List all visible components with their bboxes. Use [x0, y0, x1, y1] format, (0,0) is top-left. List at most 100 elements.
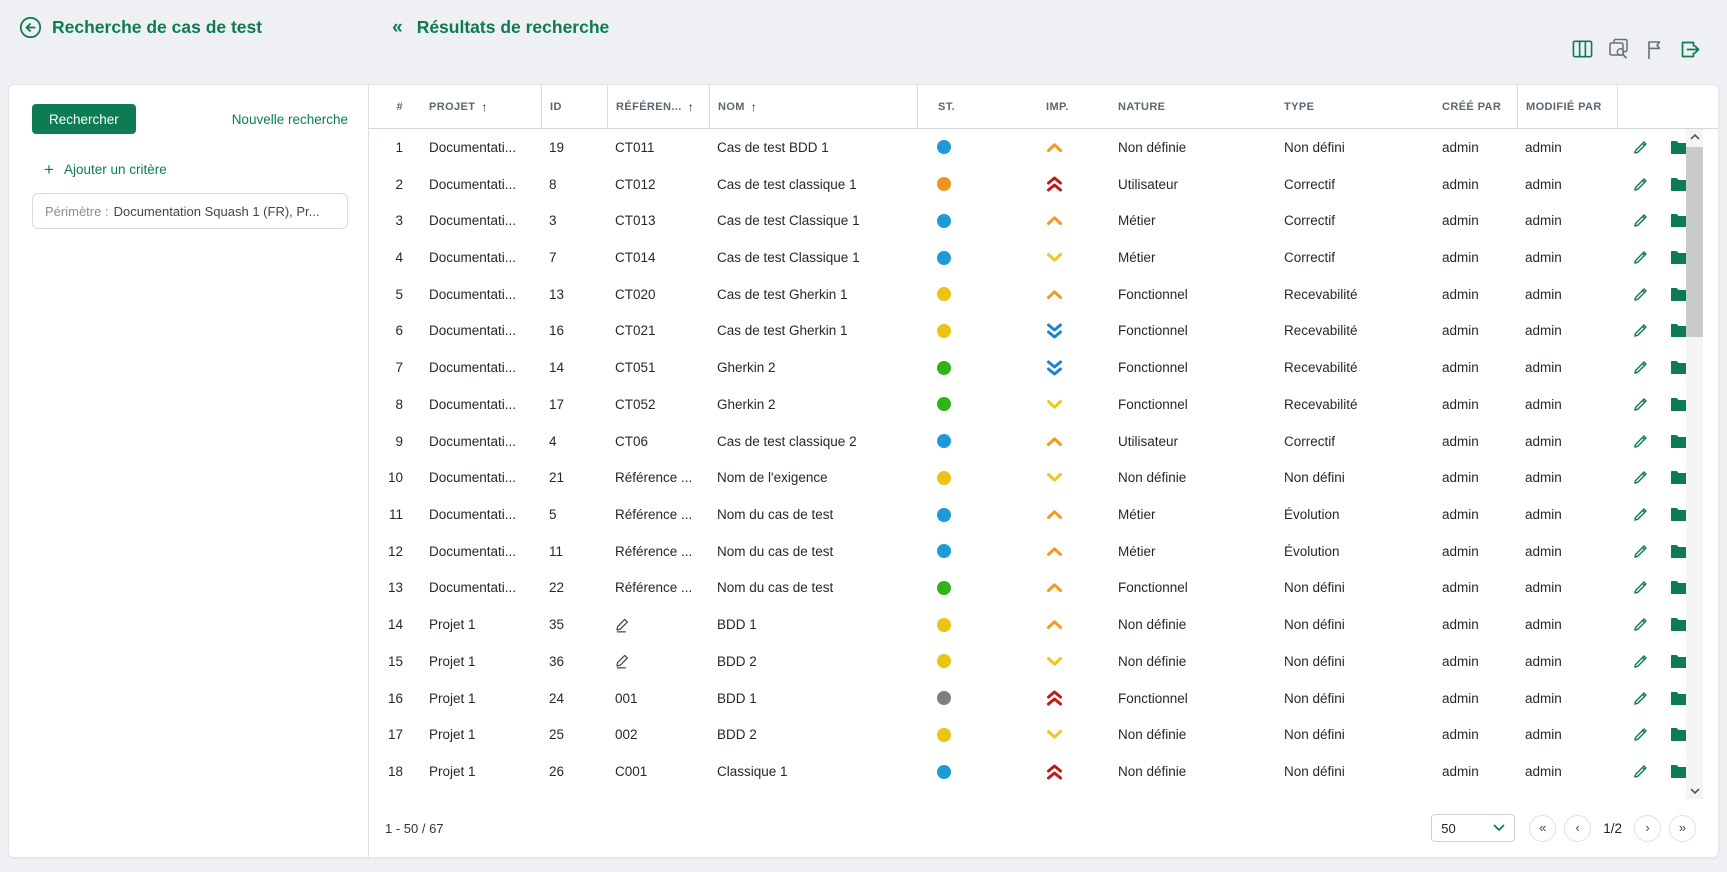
edit-button[interactable] — [1631, 468, 1651, 488]
next-page-button[interactable]: › — [1634, 815, 1661, 842]
project-cell: Projet 1 — [417, 606, 541, 643]
table-row[interactable]: 1Documentati...19CT011Cas de test BDD 1N… — [369, 129, 1718, 166]
table-row[interactable]: 7Documentati...14CT051Gherkin 2Fonctionn… — [369, 349, 1718, 386]
column-header-num[interactable]: # — [369, 85, 417, 128]
column-header-ref[interactable]: RÉFÉREN...↑ — [607, 85, 709, 128]
edit-button[interactable] — [1631, 578, 1651, 598]
table-row[interactable]: 8Documentati...17CT052Gherkin 2Fonctionn… — [369, 386, 1718, 423]
scroll-down-icon[interactable] — [1686, 784, 1703, 798]
column-header-imp[interactable]: IMP. — [1032, 85, 1112, 128]
status-cell — [917, 533, 1032, 570]
cascade-search-icon[interactable] — [1607, 38, 1629, 60]
add-criterion-button[interactable]: + Ajouter un critère — [44, 161, 348, 178]
id-cell: 14 — [541, 349, 607, 386]
scrollbar-thumb[interactable] — [1686, 147, 1703, 337]
search-button[interactable]: Rechercher — [32, 104, 136, 134]
status-cell — [917, 202, 1032, 239]
edit-button[interactable] — [1631, 284, 1651, 304]
importance-icon-down2 — [1046, 360, 1063, 376]
project-cell: Documentati... — [417, 459, 541, 496]
edit-button[interactable] — [1631, 248, 1651, 268]
created-by-cell: admin — [1432, 570, 1517, 607]
edit-button[interactable] — [1631, 321, 1651, 341]
type-cell: Recevabilité — [1272, 386, 1432, 423]
edit-button[interactable] — [1631, 211, 1651, 231]
search-results-card: Rechercher Nouvelle recherche + Ajouter … — [8, 84, 1719, 858]
nature-cell: Métier — [1112, 533, 1272, 570]
flag-icon[interactable] — [1643, 38, 1665, 60]
export-icon[interactable] — [1679, 38, 1701, 60]
table-row[interactable]: 11Documentati...5Référence ...Nom du cas… — [369, 496, 1718, 533]
table-row[interactable]: 10Documentati...21Référence ...Nom de l'… — [369, 459, 1718, 496]
table-row[interactable]: 16Projet 124001BDD 1FonctionnelNon défin… — [369, 680, 1718, 717]
type-cell: Non défini — [1272, 643, 1432, 680]
column-header-modifie[interactable]: MODIFIÉ PAR — [1517, 85, 1617, 128]
table-row[interactable]: 5Documentati...13CT020Cas de test Gherki… — [369, 276, 1718, 313]
name-cell: BDD 2 — [709, 717, 917, 754]
edit-button[interactable] — [1631, 541, 1651, 561]
importance-icon-up2 — [1046, 176, 1063, 192]
column-header-id[interactable]: ID — [541, 85, 607, 128]
edit-button[interactable] — [1631, 725, 1651, 745]
table-row[interactable]: 18Projet 126C001Classique 1Non définieNo… — [369, 753, 1718, 790]
last-page-button[interactable]: » — [1669, 815, 1696, 842]
vertical-scrollbar[interactable] — [1686, 129, 1703, 799]
created-by-cell: admin — [1432, 643, 1517, 680]
column-header-type[interactable]: TYPE — [1272, 85, 1432, 128]
edit-button[interactable] — [1631, 762, 1651, 782]
type-cell: Recevabilité — [1272, 349, 1432, 386]
reference-edit-icon[interactable] — [615, 617, 630, 633]
columns-icon[interactable] — [1571, 38, 1593, 60]
actions-cell — [1617, 496, 1689, 533]
table-row[interactable]: 15Projet 136BDD 2Non définieNon définiad… — [369, 643, 1718, 680]
table-row[interactable]: 6Documentati...16CT021Cas de test Gherki… — [369, 313, 1718, 350]
importance-icon-up1 — [1046, 142, 1063, 153]
actions-cell — [1617, 570, 1689, 607]
reference-cell: CT052 — [607, 386, 709, 423]
table-row[interactable]: 12Documentati...11Référence ...Nom du ca… — [369, 533, 1718, 570]
previous-page-button[interactable]: ‹ — [1564, 815, 1591, 842]
edit-button[interactable] — [1631, 431, 1651, 451]
first-page-button[interactable]: « — [1529, 815, 1556, 842]
reference-edit-icon[interactable] — [615, 653, 630, 669]
table-row[interactable]: 14Projet 135BDD 1Non définieNon définiad… — [369, 606, 1718, 643]
id-cell: 21 — [541, 459, 607, 496]
edit-button[interactable] — [1631, 688, 1651, 708]
perimeter-criterion-chip[interactable]: Périmètre : Documentation Squash 1 (FR),… — [32, 193, 348, 229]
new-search-link[interactable]: Nouvelle recherche — [232, 112, 348, 127]
name-cell: Nom du cas de test — [709, 496, 917, 533]
created-by-cell: admin — [1432, 276, 1517, 313]
edit-button[interactable] — [1631, 505, 1651, 525]
nature-cell: Métier — [1112, 496, 1272, 533]
scroll-up-icon[interactable] — [1686, 130, 1703, 144]
status-cell — [917, 643, 1032, 680]
project-cell: Documentati... — [417, 423, 541, 460]
importance-icon-up1 — [1046, 289, 1063, 300]
nature-cell: Non définie — [1112, 129, 1272, 166]
table-row[interactable]: 9Documentati...4CT06Cas de test classiqu… — [369, 423, 1718, 460]
column-header-projet[interactable]: PROJET↑ — [417, 85, 541, 128]
table-row[interactable]: 13Documentati...22Référence ...Nom du ca… — [369, 570, 1718, 607]
column-header-cree[interactable]: CRÉÉ PAR — [1432, 85, 1517, 128]
edit-button[interactable] — [1631, 394, 1651, 414]
table-row[interactable]: 4Documentati...7CT014Cas de test Classiq… — [369, 239, 1718, 276]
page-size-select[interactable]: 50 — [1431, 814, 1515, 842]
table-row[interactable]: 17Projet 125002BDD 2Non définieNon défin… — [369, 717, 1718, 754]
edit-button[interactable] — [1631, 615, 1651, 635]
column-header-nom[interactable]: NOM↑ — [709, 85, 917, 128]
sort-ascending-icon: ↑ — [688, 100, 694, 114]
collapse-panel-button[interactable]: « — [392, 17, 403, 39]
edit-button[interactable] — [1631, 174, 1651, 194]
type-cell: Recevabilité — [1272, 313, 1432, 350]
nature-cell: Fonctionnel — [1112, 570, 1272, 607]
importance-icon-down1 — [1046, 472, 1063, 483]
importance-icon-up1 — [1046, 619, 1063, 630]
back-button[interactable] — [18, 15, 43, 40]
edit-button[interactable] — [1631, 358, 1651, 378]
edit-button[interactable] — [1631, 651, 1651, 671]
edit-button[interactable] — [1631, 137, 1651, 157]
table-row[interactable]: 2Documentati...8CT012Cas de test classiq… — [369, 166, 1718, 203]
table-row[interactable]: 3Documentati...3CT013Cas de test Classiq… — [369, 202, 1718, 239]
column-header-nature[interactable]: NATURE — [1112, 85, 1272, 128]
column-header-st[interactable]: ST. — [917, 85, 1032, 128]
